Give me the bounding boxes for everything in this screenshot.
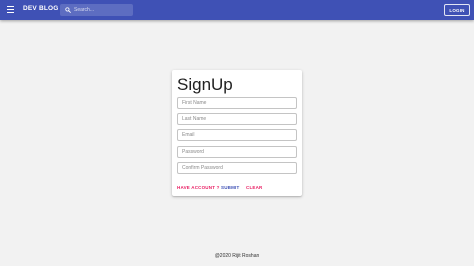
have-account-button[interactable]: HAVE ACCOUNT ? <box>177 185 220 190</box>
email-field[interactable] <box>177 129 297 141</box>
menu-icon[interactable] <box>7 6 14 13</box>
search-box[interactable] <box>60 4 133 16</box>
confirm-password-field[interactable] <box>177 162 297 174</box>
submit-button[interactable]: SUBMIT <box>221 185 239 190</box>
signup-card: SignUp <box>172 70 302 196</box>
last-name-field[interactable] <box>177 113 297 125</box>
app-title[interactable]: DEV BLOG <box>23 5 59 12</box>
first-name-field[interactable] <box>177 97 297 109</box>
app-bar: DEV BLOG LOGIN <box>0 0 474 20</box>
footer-copyright: @2020 Rijit Roshan <box>214 253 260 259</box>
clear-button[interactable]: CLEAR <box>246 185 263 190</box>
signup-title: SignUp <box>177 75 233 94</box>
search-icon <box>65 7 71 13</box>
password-field[interactable] <box>177 146 297 158</box>
search-input[interactable] <box>74 5 130 15</box>
login-button[interactable]: LOGIN <box>444 4 470 16</box>
